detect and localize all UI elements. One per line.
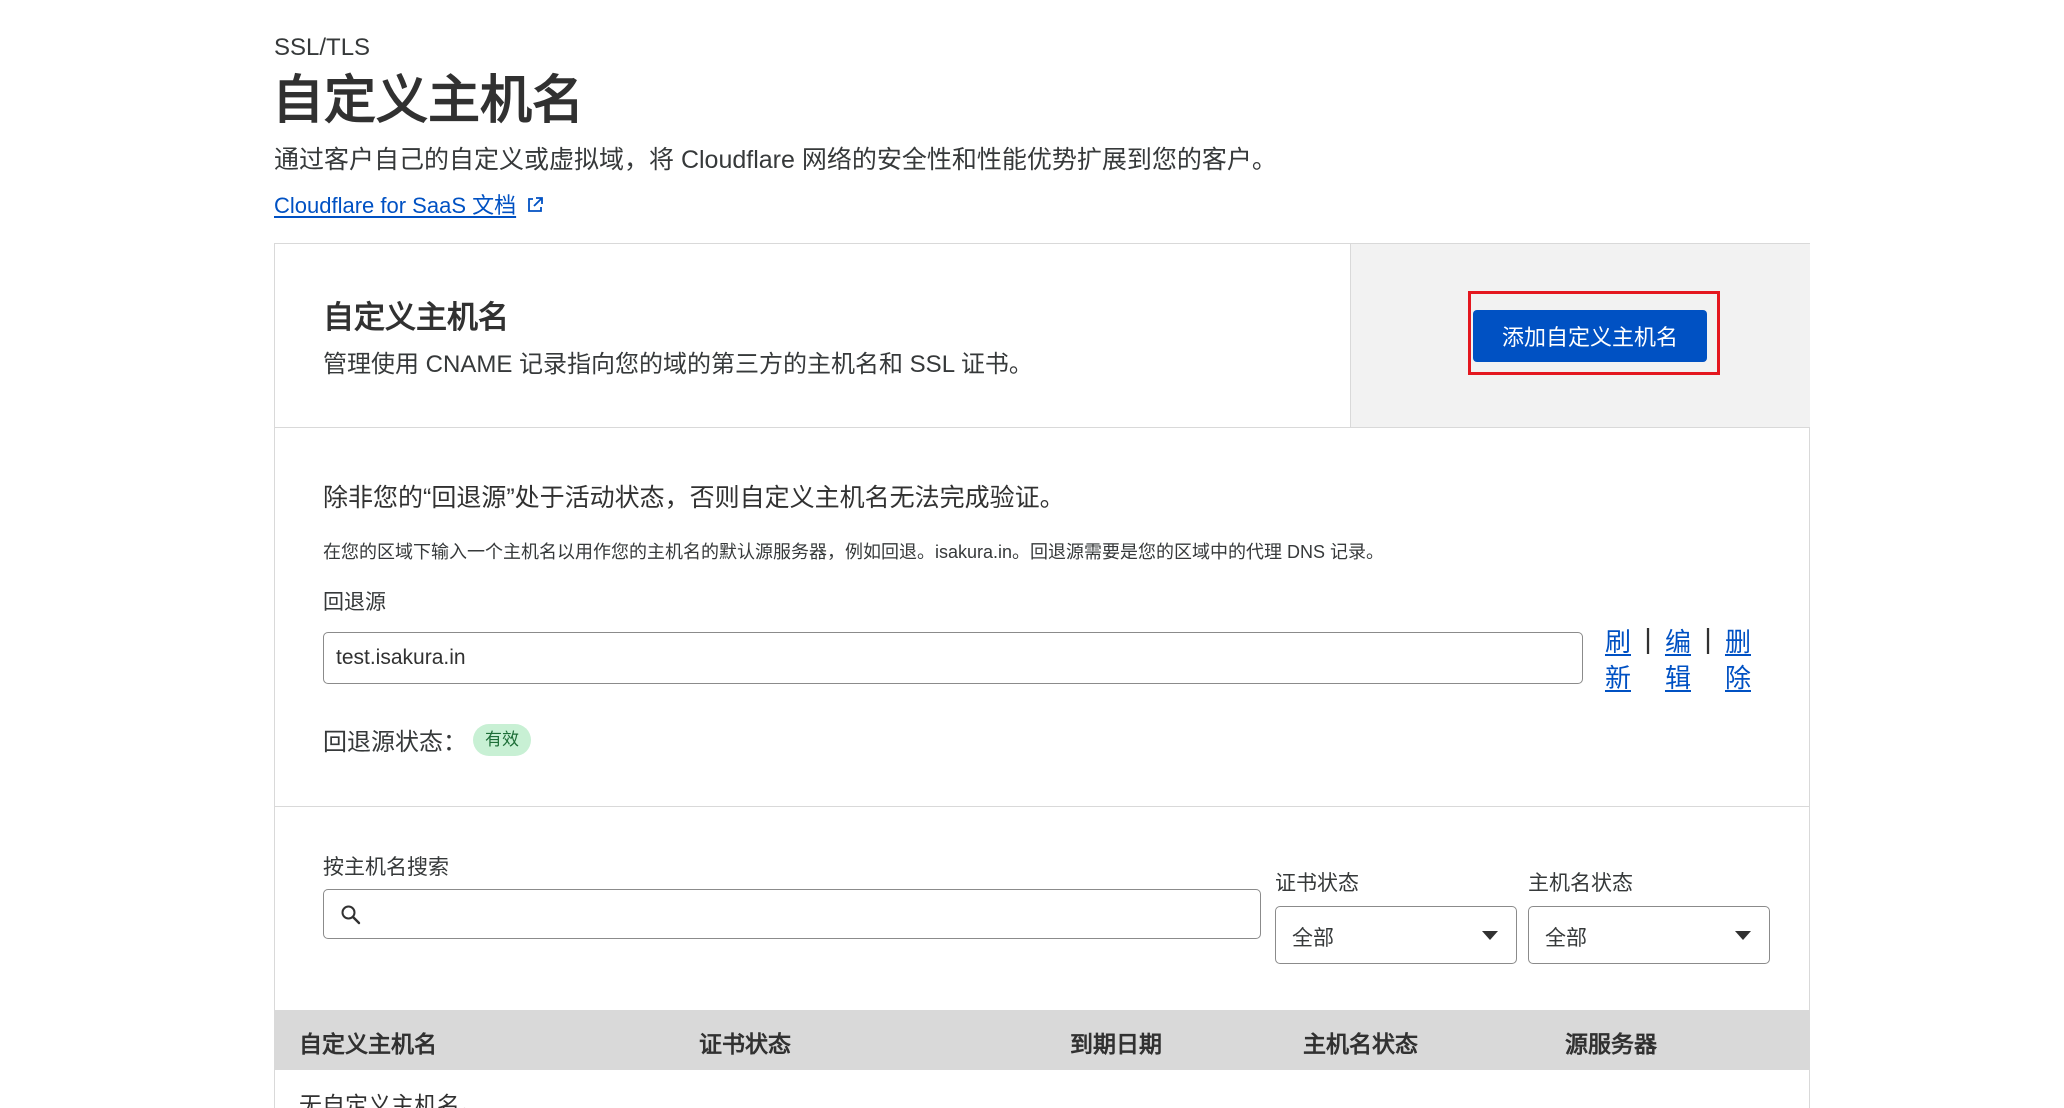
card-description: 管理使用 CNAME 记录指向您的域的第三方的主机名和 SSL 证书。	[323, 351, 1033, 378]
empty-table-message: 无自定义主机名。	[299, 1092, 483, 1108]
column-header-host-status[interactable]: 主机名状态	[1303, 1025, 1418, 1059]
host-status-value: 全部	[1545, 927, 1587, 950]
search-label: 按主机名搜索	[323, 856, 449, 879]
chevron-down-icon	[1482, 931, 1498, 940]
status-badge: 有效	[473, 724, 531, 756]
cert-status-label: 证书状态	[1275, 872, 1359, 895]
column-header-origin[interactable]: 源服务器	[1565, 1025, 1657, 1059]
custom-hostnames-card: 自定义主机名 管理使用 CNAME 记录指向您的域的第三方的主机名和 SSL 证…	[274, 243, 1810, 1108]
page-description: 通过客户自己的自定义或虚拟域，将 Cloudflare 网络的安全性和性能优势扩…	[274, 146, 1277, 174]
saas-docs-link-label: Cloudflare for SaaS 文档	[274, 193, 517, 218]
breadcrumb[interactable]: SSL/TLS	[274, 34, 370, 62]
edit-link[interactable]: 编辑	[1663, 624, 1693, 696]
card-header-actions: 添加自定义主机名	[1350, 244, 1810, 427]
card-header-main: 自定义主机名 管理使用 CNAME 记录指向您的域的第三方的主机名和 SSL 证…	[275, 244, 1350, 427]
chevron-down-icon	[1735, 931, 1751, 940]
cert-status-select[interactable]: 全部	[1275, 906, 1517, 964]
fallback-origin-section: 除非您的“回退源”处于活动状态，否则自定义主机名无法完成验证。 在您的区域下输入…	[275, 428, 1809, 807]
delete-link[interactable]: 删除	[1723, 624, 1753, 696]
hostname-search[interactable]	[323, 889, 1261, 940]
column-header-expiry[interactable]: 到期日期	[1070, 1025, 1162, 1059]
fallback-status-label: 回退源状态：	[323, 729, 467, 756]
external-link-icon	[526, 194, 544, 220]
search-input[interactable]	[372, 890, 1256, 940]
fallback-actions: 刷新 | 编辑 | 删除	[1603, 624, 1753, 694]
host-status-label: 主机名状态	[1528, 872, 1633, 895]
column-header-hostname[interactable]: 自定义主机名	[299, 1025, 437, 1059]
fallback-help-text: 在您的区域下输入一个主机名以用作您的主机名的默认源服务器，例如回退。isakur…	[323, 542, 1385, 562]
filters-section: 按主机名搜索 证书状态 全部 主机名状态 全部	[275, 807, 1809, 1007]
fallback-heading: 除非您的“回退源”处于活动状态，否则自定义主机名无法完成验证。	[323, 484, 1065, 512]
card-header: 自定义主机名 管理使用 CNAME 记录指向您的域的第三方的主机名和 SSL 证…	[275, 244, 1810, 428]
fallback-origin-input[interactable]	[323, 632, 1583, 684]
table-header: 自定义主机名 证书状态 到期日期 主机名状态 源服务器	[275, 1010, 1809, 1070]
page-title: 自定义主机名	[272, 72, 585, 130]
refresh-link[interactable]: 刷新	[1603, 624, 1633, 696]
action-separator: |	[1704, 623, 1712, 654]
page: SSL/TLS 自定义主机名 通过客户自己的自定义或虚拟域，将 Cloudfla…	[0, 0, 2064, 1108]
add-custom-hostname-button[interactable]: 添加自定义主机名	[1473, 310, 1707, 362]
saas-docs-link[interactable]: Cloudflare for SaaS 文档	[274, 188, 544, 220]
card-title: 自定义主机名	[323, 300, 509, 335]
fallback-origin-label: 回退源	[323, 591, 386, 614]
column-header-cert-status[interactable]: 证书状态	[699, 1025, 791, 1059]
action-separator: |	[1644, 623, 1652, 654]
cert-status-value: 全部	[1292, 927, 1334, 950]
host-status-select[interactable]: 全部	[1528, 906, 1770, 964]
search-icon	[340, 904, 362, 931]
